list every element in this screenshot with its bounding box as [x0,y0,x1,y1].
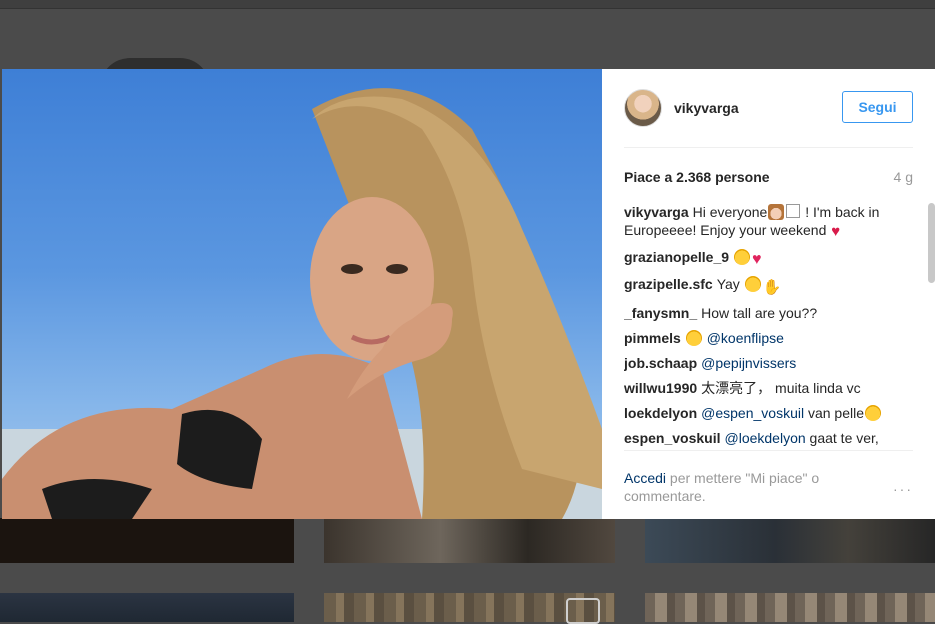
login-prompt: Accedi per mettere "Mi piace" o commenta… [624,469,854,505]
comment-item: vikyvarga Hi everyone ! I'm back in Europ… [624,203,899,241]
right-eye [386,264,408,274]
post-username[interactable]: vikyvarga [674,100,739,116]
comment-mention[interactable]: @pepijnvissers [701,355,796,371]
avatar[interactable] [624,89,662,127]
comment-mention[interactable]: @espen_voskuil [701,405,804,421]
comment-item: espen_voskuil@loekdelyon gaat te ver, to… [624,429,899,450]
comment-username[interactable]: espen_voskuil [624,430,721,446]
heart-icon: ♥ [752,251,762,268]
comments-scrollbar[interactable] [928,203,935,283]
background-top-bar [0,0,935,9]
comment-username[interactable]: job.schaap [624,355,697,371]
comment-item: loekdelyon @espen_voskuil van pelle [624,404,899,422]
comment-username[interactable]: pimmels [624,330,681,346]
post-modal: vikyvarga Segui Piace a 2.368 persone 4 … [2,69,935,519]
comment-username[interactable]: _fanysmn_ [624,305,697,321]
comment-text: How tall are you?? [701,305,818,321]
likes-count[interactable]: Piace a 2.368 persone [624,169,770,185]
comment-username[interactable]: grazianopelle_9 [624,249,729,265]
post-photo-illustration [2,88,602,519]
left-eye [341,264,363,274]
heart-eyes-icon [865,405,882,421]
video-camera-icon [566,598,600,624]
kiss-icon: ♥ [831,223,841,240]
box-icon [786,204,801,218]
comment-item: grazianopelle_9 ♥ [624,248,899,268]
follow-button[interactable]: Segui [842,91,913,123]
comment-username[interactable]: willwu1990 [624,380,697,396]
girl-icon [768,204,785,220]
background-grid-post[interactable] [0,518,294,563]
comment-text: 太漂亮了， muita linda vc [701,380,861,396]
heart-eyes-icon [685,330,702,346]
post-footer: Accedi per mettere "Mi piace" o commenta… [624,450,913,520]
post-photo[interactable] [2,69,602,519]
comment-text: van pelle [804,405,865,421]
comment-item: pimmels @koenflipse [624,329,899,347]
comment-item: _fanysmn_ How tall are you?? [624,304,899,322]
background-grid-post[interactable] [645,518,935,563]
comment-mention[interactable]: @koenflipse [707,330,784,346]
heart-eyes-icon [734,249,751,265]
background-grid-post[interactable] [0,593,294,622]
comment-username[interactable]: loekdelyon [624,405,697,421]
comment-item: grazipelle.sfc Yay ✋ [624,275,899,297]
post-time[interactable]: 4 g [894,169,913,185]
comment-username[interactable]: grazipelle.sfc [624,276,713,292]
comment-item: willwu1990 太漂亮了， muita linda vc [624,379,899,397]
post-side-panel: vikyvarga Segui Piace a 2.368 persone 4 … [602,69,935,519]
comment-item: job.schaap @pepijnvissers [624,354,899,372]
comment-text: Yay [716,276,744,292]
background-grid-post[interactable] [645,593,935,622]
heart-eyes-icon [744,276,761,292]
comments-list: vikyvarga Hi everyone ! I'm back in Europ… [624,203,899,450]
bikini-bottom [42,479,152,519]
post-header: vikyvarga Segui [624,87,913,148]
comment-text: Hi everyone [692,204,768,220]
comment-username[interactable]: vikyvarga [624,204,689,220]
background-grid-post[interactable] [324,518,615,563]
login-link[interactable]: Accedi [624,470,666,486]
comment-mention[interactable]: @loekdelyon [725,430,806,446]
more-options-icon[interactable]: ··· [893,481,913,497]
raised-hands-icon: ✋ [762,279,782,296]
